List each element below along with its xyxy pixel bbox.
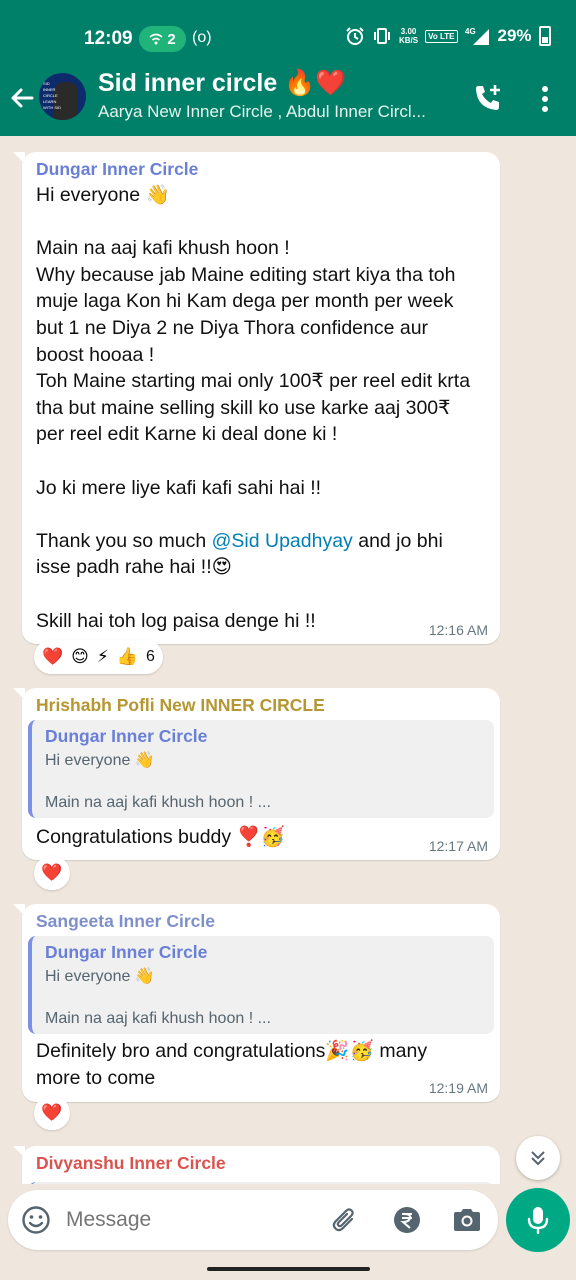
reaction-smile: 😊 [71, 647, 89, 666]
message-bubble[interactable]: Sangeeta Inner Circle Dungar Inner Circl… [13, 904, 500, 1102]
quoted-line: Main na aaj kafi khush hoon ! ... [45, 794, 271, 811]
status-bar: 12:09 2 (o) 3.00 KB/S Vo LTE 4G 29% [0, 20, 576, 60]
reactions-bar[interactable]: ❤️ [34, 856, 70, 890]
message-sender[interactable]: Divyanshu Inner Circle [36, 1153, 226, 1174]
home-gesture-pill[interactable] [207, 1267, 370, 1271]
message-sender[interactable]: Hrishabh Pofli New INNER CIRCLE [36, 695, 325, 716]
group-members[interactable]: Aarya New Inner Circle , Abdul Inner Cir… [98, 102, 453, 122]
chat-area[interactable]: Dungar Inner Circle Hi everyone 👋 Main n… [0, 136, 576, 1184]
back-arrow-icon[interactable] [8, 84, 36, 112]
double-chevron-down-icon [531, 1151, 545, 1166]
volte-badge: Vo LTE [425, 29, 458, 43]
quoted-message[interactable] [28, 1182, 494, 1184]
add-call-icon[interactable] [472, 82, 504, 114]
reaction-heart: ❤️ [41, 863, 63, 882]
hotspot-icon [149, 33, 163, 45]
reactions-bar[interactable]: ❤️ 😊 ⚡ 👍 6 [34, 640, 163, 674]
group-title[interactable]: Sid inner circle 🔥❤️ [98, 69, 346, 98]
message-sender[interactable]: Dungar Inner Circle [36, 159, 198, 180]
alarm-icon [346, 27, 364, 45]
rupee-icon[interactable] [392, 1205, 422, 1235]
message-time: 12:16 AM [428, 622, 488, 638]
quoted-message[interactable]: Dungar Inner Circle Hi everyone 👋 Main n… [28, 720, 494, 818]
quoted-sender: Dungar Inner Circle [45, 942, 208, 962]
message-time: 12:17 AM [428, 838, 488, 854]
message-bubble[interactable]: Dungar Inner Circle Hi everyone 👋 Main n… [13, 152, 500, 644]
hotspot-indicator: 2 [139, 26, 186, 52]
message-text: Hi everyone 👋 Main na aaj kafi khush hoo… [36, 184, 471, 632]
hotspot-count: 2 [167, 30, 176, 48]
vibrate-icon [374, 28, 390, 44]
reaction-heart: ❤️ [42, 647, 64, 666]
smiley-icon[interactable] [21, 1205, 51, 1235]
reaction-thumbs-up: 👍 [116, 647, 139, 666]
nfc-icon: (o) [192, 29, 212, 46]
reaction-heart: ❤️ [41, 1103, 63, 1122]
message-bubble[interactable]: Divyanshu Inner Circle [13, 1146, 500, 1184]
message-sender[interactable]: Sangeeta Inner Circle [36, 911, 215, 932]
reactions-bar[interactable]: ❤️ [34, 1096, 70, 1130]
mic-button[interactable] [506, 1188, 570, 1252]
microphone-icon [527, 1207, 549, 1235]
app-header: 12:09 2 (o) 3.00 KB/S Vo LTE 4G 29% SID … [0, 0, 576, 136]
quoted-sender: Dungar Inner Circle [45, 726, 208, 746]
signal-icon: 4G [465, 27, 489, 45]
message-bubble[interactable]: Hrishabh Pofli New INNER CIRCLE Dungar I… [13, 688, 500, 860]
paperclip-icon[interactable] [330, 1205, 360, 1235]
message-input-bar [8, 1190, 498, 1250]
net-speed: 3.00 KB/S [399, 27, 419, 45]
quoted-line: Hi everyone 👋 [45, 968, 155, 985]
svg-text:4G: 4G [465, 27, 476, 36]
status-icons: 3.00 KB/S Vo LTE 4G 29% [345, 26, 551, 46]
status-time: 12:09 [84, 28, 133, 49]
message-time: 12:19 AM [428, 1080, 488, 1096]
message-input[interactable] [66, 1208, 316, 1232]
mention-link[interactable]: @Sid Upadhyay [212, 530, 353, 552]
reaction-count: 6 [146, 648, 155, 665]
quoted-line: Hi everyone 👋 [45, 752, 155, 769]
battery-percent: 29% [497, 26, 532, 45]
battery-icon [538, 26, 551, 46]
group-avatar[interactable]: SID INNER CIRCLE LEARN WITH SID [39, 73, 86, 120]
avatar-text: SID INNER CIRCLE LEARN WITH SID [43, 81, 61, 110]
quoted-line: Main na aaj kafi khush hoon ! ... [45, 1010, 271, 1027]
scroll-to-bottom-button[interactable] [516, 1136, 560, 1180]
more-vertical-icon[interactable] [536, 84, 554, 114]
quoted-message[interactable]: Dungar Inner Circle Hi everyone 👋 Main n… [28, 936, 494, 1034]
system-nav-bar [0, 1258, 576, 1280]
reaction-lightning: ⚡ [96, 647, 109, 666]
camera-icon[interactable] [451, 1205, 483, 1235]
